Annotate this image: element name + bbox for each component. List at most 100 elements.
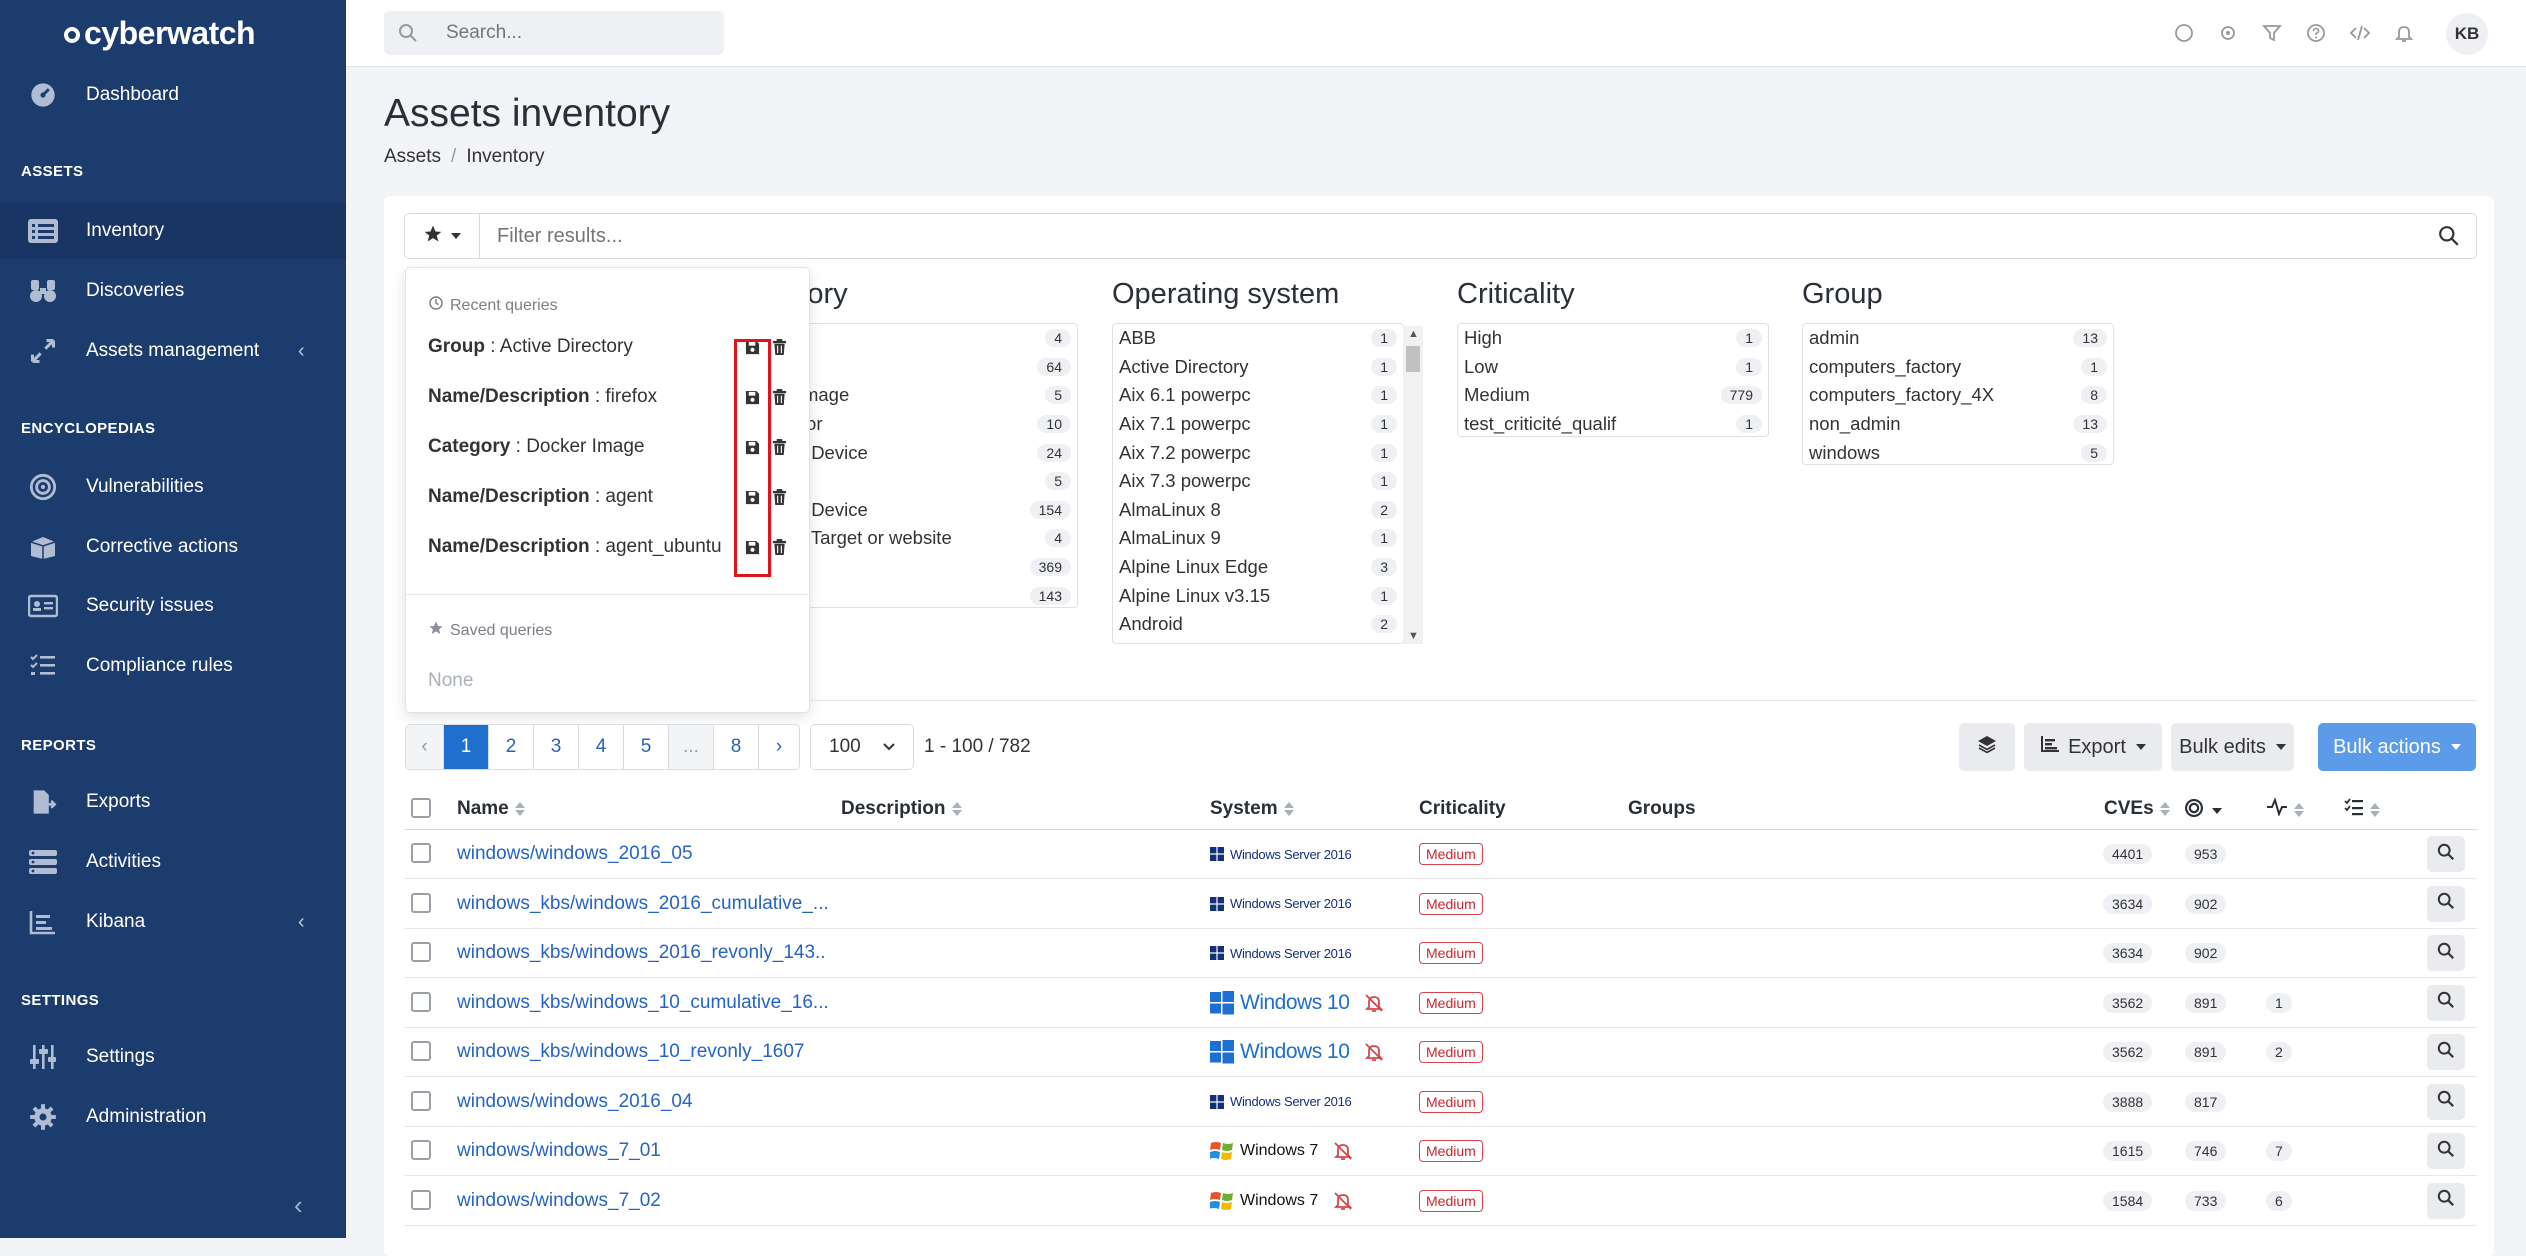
trash-icon[interactable] xyxy=(770,438,788,456)
facet-os-item[interactable]: Alpine Linux Edge3 xyxy=(1113,553,1403,582)
scroll-up-icon[interactable]: ▲ xyxy=(1408,328,1419,340)
circle-status-icon[interactable] xyxy=(2172,21,2196,45)
filter-search-icon[interactable] xyxy=(2438,225,2460,252)
recent-query-item[interactable]: Group : Active Directory xyxy=(428,336,748,358)
facet-criticality-item[interactable]: Medium779 xyxy=(1458,381,1768,410)
col-description[interactable]: Description xyxy=(841,798,962,820)
row-checkbox[interactable] xyxy=(411,1041,431,1061)
facet-os-item[interactable]: Active Directory1 xyxy=(1113,353,1403,382)
recent-query-item[interactable]: Name/Description : agent xyxy=(428,486,748,508)
facet-group-item[interactable]: computers_factory1 xyxy=(1803,353,2113,382)
help-icon[interactable] xyxy=(2304,21,2328,45)
facet-os-item[interactable]: AlmaLinux 82 xyxy=(1113,496,1403,525)
facet-os-item[interactable]: Aix 7.1 powerpc1 xyxy=(1113,410,1403,439)
col-name[interactable]: Name xyxy=(457,798,525,820)
scroll-thumb[interactable] xyxy=(1406,346,1420,372)
col-activity[interactable] xyxy=(2266,798,2304,822)
page-prev[interactable]: ‹ xyxy=(406,725,444,769)
asset-name-link[interactable]: windows/windows_7_02 xyxy=(457,1190,661,1212)
col-cves[interactable]: CVEs xyxy=(2104,798,2170,820)
view-asset-button[interactable] xyxy=(2427,1034,2465,1070)
scroll-down-icon[interactable]: ▼ xyxy=(1408,630,1419,642)
code-icon[interactable] xyxy=(2348,21,2372,45)
facet-os-item[interactable]: Aix 7.3 powerpc1 xyxy=(1113,467,1403,496)
filter-funnel-icon[interactable] xyxy=(2260,21,2284,45)
bulk-edits-button[interactable]: Bulk edits xyxy=(2171,723,2294,771)
facet-os-item[interactable]: Aix 6.1 powerpc1 xyxy=(1113,381,1403,410)
row-checkbox[interactable] xyxy=(411,843,431,863)
trash-icon[interactable] xyxy=(770,338,788,356)
nav-compliance-rules[interactable]: Compliance rules xyxy=(0,638,346,694)
facet-criticality-item[interactable]: Low1 xyxy=(1458,353,1768,382)
nav-inventory[interactable]: Inventory xyxy=(0,203,346,259)
asset-name-link[interactable]: windows_kbs/windows_2016_cumulative_... xyxy=(457,893,827,915)
facet-os-scrollbar[interactable]: ▲▼ xyxy=(1403,326,1423,644)
facet-criticality-item[interactable]: High1 xyxy=(1458,324,1768,353)
nav-kibana[interactable]: Kibana ‹ xyxy=(0,894,346,950)
nav-vulnerabilities[interactable]: Vulnerabilities xyxy=(0,459,346,515)
page-last[interactable]: 8 xyxy=(714,725,759,769)
asset-name-link[interactable]: windows_kbs/windows_10_cumulative_16... xyxy=(457,992,827,1014)
nav-administration[interactable]: Administration xyxy=(0,1089,346,1145)
facet-os-item[interactable]: AlmaLinux 91 xyxy=(1113,524,1403,553)
user-avatar[interactable]: KB xyxy=(2446,13,2488,55)
nav-exports[interactable]: Exports xyxy=(0,774,346,830)
facet-group-item[interactable]: non_admin13 xyxy=(1803,410,2113,439)
trash-icon[interactable] xyxy=(770,388,788,406)
asset-name-link[interactable]: windows/windows_2016_05 xyxy=(457,843,693,865)
row-checkbox[interactable] xyxy=(411,1140,431,1160)
facet-os-item[interactable]: ABB1 xyxy=(1113,324,1403,353)
breadcrumb-assets[interactable]: Assets xyxy=(384,146,441,167)
bell-icon[interactable] xyxy=(2392,21,2416,45)
global-search[interactable] xyxy=(384,11,724,55)
trash-icon[interactable] xyxy=(770,538,788,556)
asset-name-link[interactable]: windows_kbs/windows_2016_revonly_143... xyxy=(457,942,827,964)
bulk-actions-button[interactable]: Bulk actions xyxy=(2318,723,2476,771)
saved-queries-toggle[interactable] xyxy=(405,214,480,258)
view-asset-button[interactable] xyxy=(2427,836,2465,872)
nav-activities[interactable]: Activities xyxy=(0,834,346,890)
page-next[interactable]: › xyxy=(759,725,799,769)
facet-os-item[interactable]: Android2 xyxy=(1113,610,1403,639)
facet-criticality-item[interactable]: test_criticité_qualif1 xyxy=(1458,410,1768,437)
col-groups[interactable]: Groups xyxy=(1628,798,1696,820)
nav-assets-management[interactable]: Assets management ‹ xyxy=(0,323,346,379)
row-checkbox[interactable] xyxy=(411,1190,431,1210)
facet-os-item[interactable]: Alpine Linux v3.151 xyxy=(1113,581,1403,610)
row-checkbox[interactable] xyxy=(411,1091,431,1111)
row-checkbox[interactable] xyxy=(411,893,431,913)
view-asset-button[interactable] xyxy=(2427,985,2465,1021)
recent-query-item[interactable]: Name/Description : firefox xyxy=(428,386,748,408)
search-input[interactable] xyxy=(446,19,706,47)
view-asset-button[interactable] xyxy=(2427,886,2465,922)
filter-input[interactable] xyxy=(497,223,2297,249)
settings-gear-icon[interactable] xyxy=(2216,21,2240,45)
page-4[interactable]: 4 xyxy=(579,725,624,769)
trash-icon[interactable] xyxy=(770,488,788,506)
row-checkbox[interactable] xyxy=(411,992,431,1012)
columns-button[interactable] xyxy=(1959,723,2015,771)
brand-logo[interactable]: cyberwatch xyxy=(0,0,346,66)
per-page-select[interactable]: 100 xyxy=(810,724,914,770)
facet-group-item[interactable]: admin13 xyxy=(1803,324,2113,353)
col-criticality[interactable]: Criticality xyxy=(1419,798,1506,820)
page-2[interactable]: 2 xyxy=(489,725,534,769)
page-3[interactable]: 3 xyxy=(534,725,579,769)
col-prioritized[interactable] xyxy=(2184,798,2222,824)
col-compliance[interactable] xyxy=(2344,798,2380,822)
view-asset-button[interactable] xyxy=(2427,1084,2465,1120)
page-5[interactable]: 5 xyxy=(624,725,669,769)
nav-corrective-actions[interactable]: Corrective actions xyxy=(0,519,346,575)
nav-dashboard[interactable]: Dashboard xyxy=(0,67,346,123)
view-asset-button[interactable] xyxy=(2427,1133,2465,1169)
nav-settings[interactable]: Settings xyxy=(0,1029,346,1085)
nav-security-issues[interactable]: Security issues xyxy=(0,578,346,634)
facet-group-item[interactable]: windows5 xyxy=(1803,438,2113,465)
nav-discoveries[interactable]: Discoveries xyxy=(0,263,346,319)
collapse-sidebar-icon[interactable]: ‹ xyxy=(294,1190,303,1221)
recent-query-item[interactable]: Name/Description : agent_ubuntu xyxy=(428,536,748,558)
facet-group-item[interactable]: computers_factory_4X8 xyxy=(1803,381,2113,410)
page-1[interactable]: 1 xyxy=(444,725,489,769)
select-all-checkbox[interactable] xyxy=(411,798,431,818)
facet-os-item[interactable]: Arch Linux1 xyxy=(1113,639,1403,644)
